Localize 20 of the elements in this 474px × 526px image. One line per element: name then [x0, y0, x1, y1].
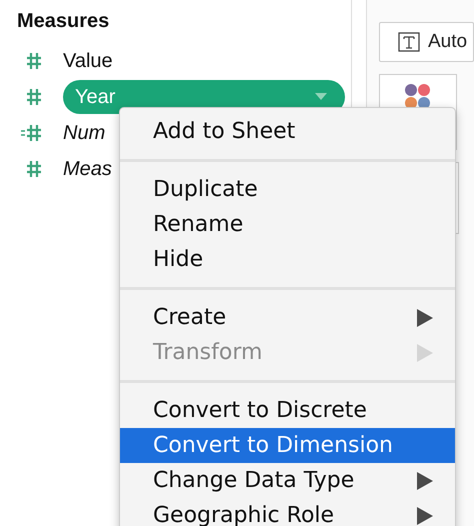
- field-name[interactable]: Meas: [63, 158, 112, 180]
- submenu-arrow-icon: [417, 472, 433, 490]
- submenu-arrow-icon: [417, 507, 433, 525]
- field-name[interactable]: Value: [63, 50, 113, 72]
- section-title: Measures: [17, 10, 110, 33]
- caret-icon[interactable]: [315, 93, 327, 101]
- mark-type-dropdown[interactable]: Auto: [379, 22, 474, 62]
- submenu-arrow-icon: [417, 344, 433, 362]
- submenu-arrow-icon: [417, 309, 433, 327]
- menu-item[interactable]: Add to Sheet: [120, 114, 455, 149]
- field-name: Year: [75, 86, 116, 108]
- text-icon: [398, 32, 420, 52]
- menu-item[interactable]: Convert to Discrete: [120, 393, 455, 428]
- menu-item[interactable]: Change Data Type: [120, 463, 455, 498]
- menu-item[interactable]: Hide: [120, 242, 455, 277]
- menu-item[interactable]: Create: [120, 300, 455, 335]
- field-name[interactable]: Num: [63, 122, 106, 144]
- menu-item[interactable]: Convert to Dimension: [120, 428, 455, 463]
- menu-item[interactable]: Duplicate: [120, 172, 455, 207]
- menu-item[interactable]: Rename: [120, 207, 455, 242]
